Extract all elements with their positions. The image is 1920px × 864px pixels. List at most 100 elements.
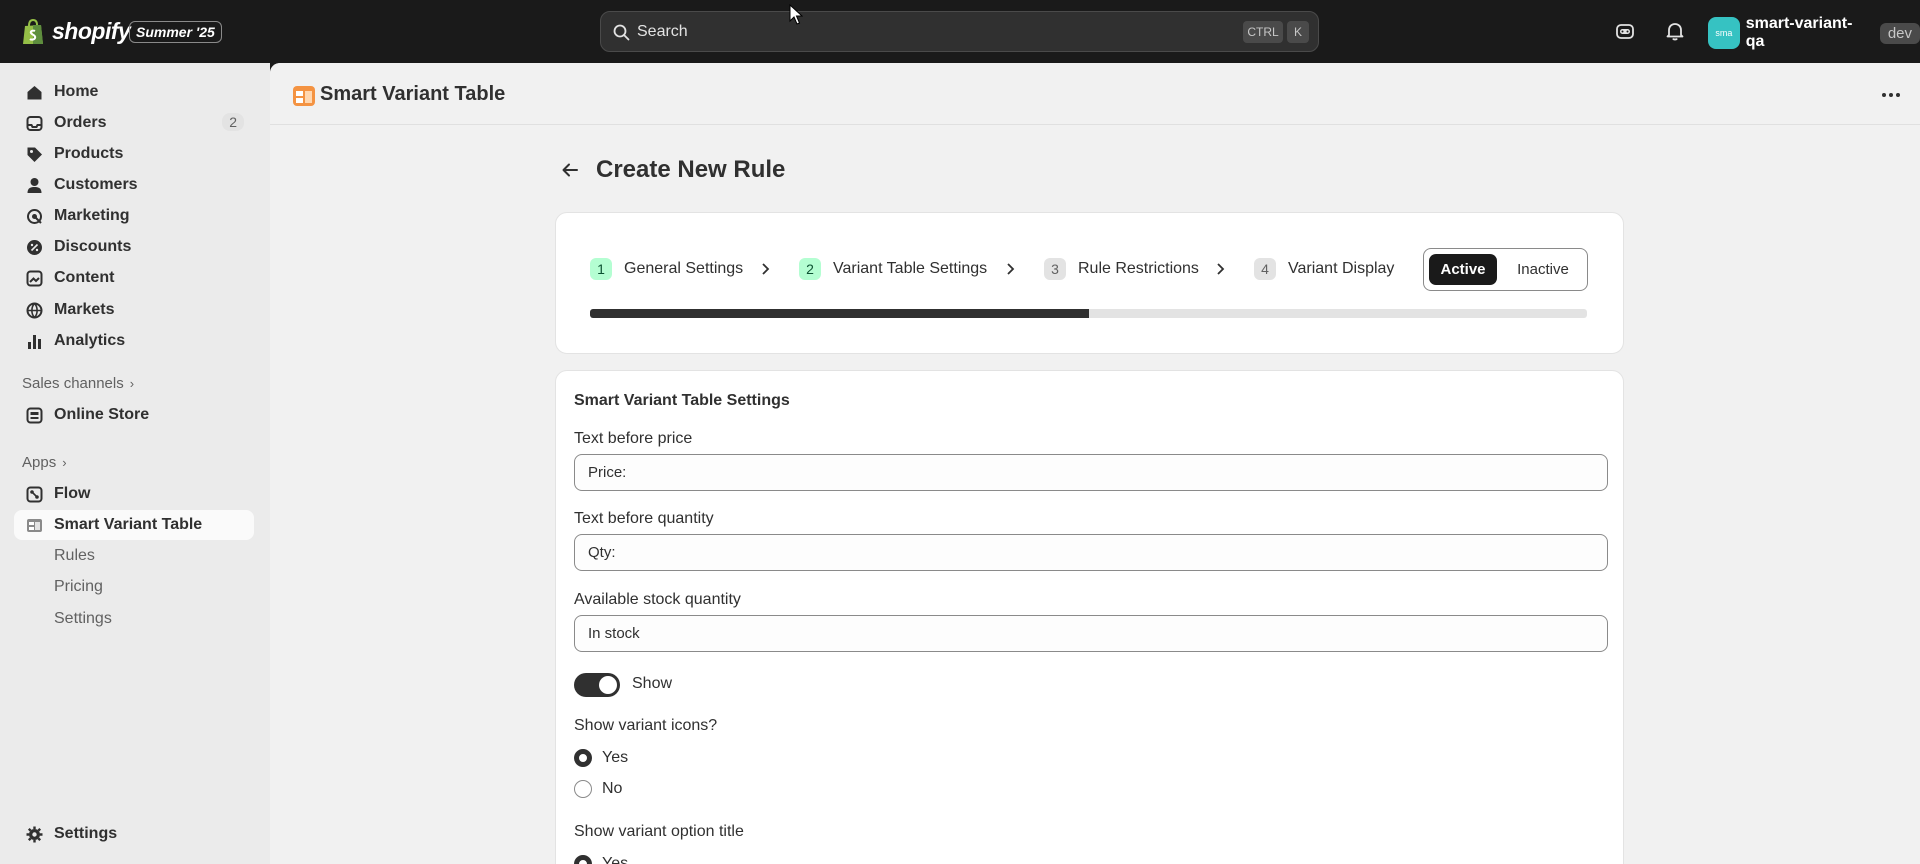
home-icon — [27, 86, 42, 100]
sidebar-item-discounts[interactable]: Discounts — [14, 232, 254, 262]
search-placeholder: Search — [637, 23, 688, 40]
step-number: 3 — [1044, 258, 1066, 280]
sales-channels-heading[interactable]: Sales channels › — [22, 375, 134, 392]
step-progress-bar — [590, 309, 1587, 318]
step-label: Rule Restrictions — [1078, 260, 1199, 277]
image-icon — [26, 270, 43, 287]
status-active-button[interactable]: Active — [1429, 254, 1497, 285]
shopify-wordmark: shopify — [52, 18, 131, 44]
store-name: smart-variant-qa — [1745, 15, 1853, 50]
more-options-icon[interactable] — [1880, 85, 1902, 105]
step-number: 4 — [1254, 258, 1276, 280]
target-icon — [27, 209, 42, 224]
sidebar-item-products[interactable]: Products — [14, 139, 254, 169]
sidebar-item-label: Online Store — [54, 406, 150, 423]
sidebar-item-marketing[interactable]: Marketing — [14, 201, 254, 231]
available-stock-label: Available stock quantity — [574, 591, 741, 608]
show-stock-toggle-label: Show — [632, 675, 673, 692]
show-stock-toggle[interactable] — [574, 673, 620, 697]
sidebar-item-online-store[interactable]: Online Store — [14, 400, 254, 430]
sidebar-item-label: Markets — [54, 301, 115, 318]
sidebar-item-content[interactable]: Content — [14, 263, 254, 293]
text-before-price-label: Text before price — [574, 430, 693, 447]
chevron-right-icon — [1217, 263, 1225, 275]
sidebar-item-label: Settings — [54, 825, 118, 842]
top-bar: shopify Summer '25 Search CTRL K sma sma… — [0, 0, 1920, 63]
apps-label: Apps — [22, 454, 57, 471]
option-title-question: Show variant option title — [574, 823, 744, 840]
text-before-quantity-label: Text before quantity — [574, 510, 714, 527]
bell-icon[interactable] — [1664, 20, 1686, 42]
sidebar-item-label: Flow — [54, 485, 91, 502]
person-icon — [27, 178, 42, 193]
sidebar-item-label: Content — [54, 269, 115, 286]
option-title-yes-radio[interactable] — [574, 855, 592, 864]
shortcut-ctrl-key: CTRL — [1243, 21, 1283, 43]
card-title: Smart Variant Table Settings — [574, 392, 790, 409]
edition-badge[interactable]: Summer '25 — [129, 21, 222, 43]
discount-icon — [27, 240, 42, 255]
sidekick-icon[interactable] — [1614, 20, 1636, 42]
sidebar-subitem-settings[interactable]: Settings — [54, 610, 112, 628]
search-bar[interactable]: Search CTRL K — [600, 11, 1319, 52]
step-label: Variant Table Settings — [833, 260, 988, 277]
option-title-yes-label: Yes — [602, 855, 629, 864]
step-rule-restrictions[interactable]: 3 Rule Restrictions — [1044, 258, 1199, 280]
sidebar-item-orders[interactable]: Orders 2 — [14, 108, 254, 138]
variant-icons-no-radio[interactable] — [574, 780, 592, 798]
sidebar-subitem-pricing[interactable]: Pricing — [54, 578, 103, 596]
variant-icons-no-label: No — [602, 780, 623, 797]
search-icon — [613, 24, 630, 41]
sidebar-item-analytics[interactable]: Analytics — [14, 326, 254, 356]
sidebar-item-settings[interactable]: Settings — [14, 819, 254, 849]
shopify-logo[interactable]: shopify — [22, 18, 131, 45]
sidebar-item-flow[interactable]: Flow — [14, 479, 254, 509]
globe-icon — [26, 302, 43, 319]
status-inactive-button[interactable]: Inactive — [1504, 254, 1582, 285]
sidebar-item-markets[interactable]: Markets — [14, 295, 254, 325]
orders-count-badge: 2 — [222, 113, 244, 131]
text-before-price-input[interactable]: Price: — [574, 454, 1608, 491]
step-progress-fill — [590, 309, 1089, 318]
sidebar-subitem-rules[interactable]: Rules — [54, 547, 95, 565]
chevron-right-icon: › — [129, 376, 135, 391]
tag-icon — [27, 147, 42, 162]
sales-channels-label: Sales channels — [22, 375, 124, 392]
variant-icons-yes-radio[interactable] — [574, 749, 592, 767]
step-variant-table-settings[interactable]: 2 Variant Table Settings — [799, 258, 987, 280]
app-table-icon — [293, 86, 315, 106]
step-label: General Settings — [624, 260, 744, 277]
flow-icon — [26, 486, 43, 503]
bar-chart-icon — [28, 335, 41, 349]
store-menu-button[interactable]: sma smart-variant-qa dev — [1708, 15, 1920, 51]
store-avatar: sma — [1708, 17, 1740, 49]
sidebar-item-label: Products — [54, 145, 124, 162]
variant-icons-yes-label: Yes — [602, 749, 629, 766]
step-number: 1 — [590, 258, 612, 280]
back-arrow-icon[interactable] — [560, 160, 580, 180]
shopify-bag-icon — [23, 18, 43, 44]
variant-table-settings-card: Smart Variant Table Settings Text before… — [555, 370, 1624, 864]
available-stock-input[interactable]: In stock — [574, 615, 1608, 652]
step-label: Variant Display — [1288, 260, 1395, 277]
sidebar-item-label: Home — [54, 83, 99, 100]
step-general-settings[interactable]: 1 General Settings — [590, 258, 743, 280]
apps-heading[interactable]: Apps › — [22, 454, 67, 471]
sidebar-item-smart-variant-table[interactable]: Smart Variant Table — [14, 510, 254, 540]
sidebar-item-home[interactable]: Home — [14, 77, 254, 107]
sidebar-item-label: Customers — [54, 176, 138, 193]
sidebar-item-label: Discounts — [54, 238, 132, 255]
inbox-icon — [26, 116, 43, 131]
chevron-right-icon — [1007, 263, 1015, 275]
store-dev-badge: dev — [1879, 22, 1920, 44]
app-title-bar: Smart Variant Table — [270, 63, 1920, 125]
storefront-icon — [26, 407, 43, 424]
page-header: Create New Rule — [560, 156, 785, 184]
text-before-quantity-input[interactable]: Qty: — [574, 534, 1608, 571]
step-variant-display[interactable]: 4 Variant Display — [1254, 258, 1394, 280]
sidebar-item-customers[interactable]: Customers — [14, 170, 254, 200]
rule-status-toggle: Active Inactive — [1423, 248, 1588, 291]
shortcut-k-key: K — [1287, 21, 1309, 43]
steps-card: 1 General Settings 2 Variant Table Setti… — [555, 212, 1624, 354]
chevron-right-icon: › — [62, 455, 67, 470]
